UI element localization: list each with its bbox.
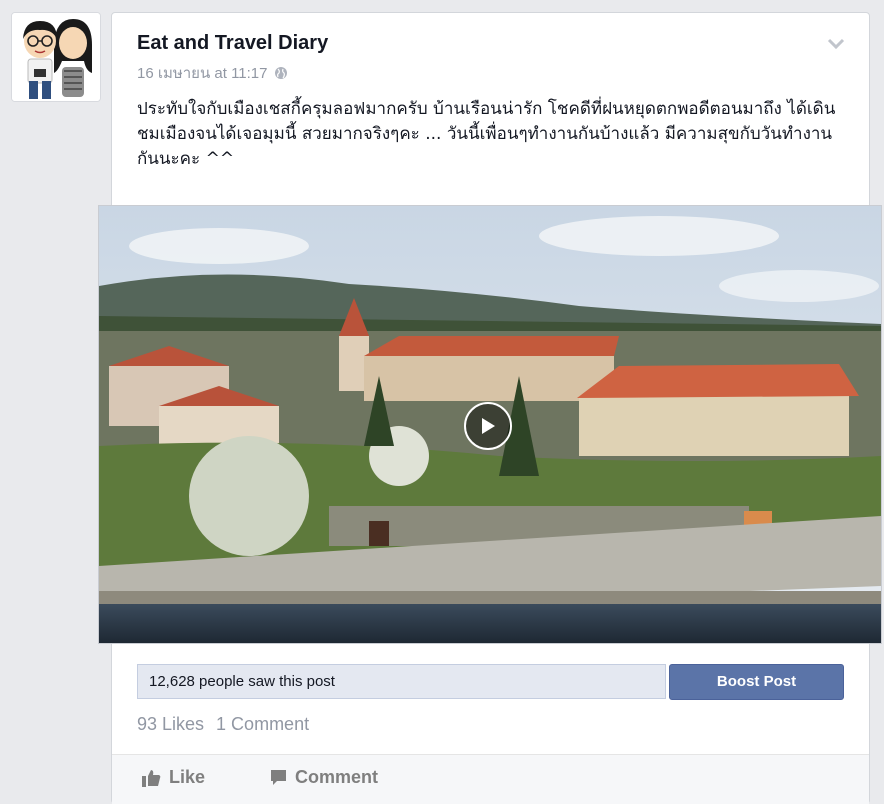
post-meta: 16 เมษายน at 11:17 (137, 61, 288, 85)
play-button[interactable] (464, 402, 512, 450)
post-stats: 93 Likes 1 Comment (137, 714, 309, 735)
comment-icon (271, 770, 286, 785)
boost-post-button[interactable]: Boost Post (669, 664, 844, 700)
video-player[interactable] (98, 205, 882, 644)
like-label: Like (169, 767, 206, 787)
page-name[interactable]: Eat and Travel Diary (137, 32, 328, 55)
post-text: ประทับใจกับเมืองเชสกี้ครุมลอฟมากครับ บ้า… (137, 99, 836, 169)
globe-icon[interactable] (274, 66, 288, 80)
likes-count[interactable]: 93 Likes (137, 714, 204, 735)
thumbs-up-icon (142, 769, 161, 787)
post-options-button[interactable] (827, 37, 845, 55)
post-card: Eat and Travel Diary 16 เมษายน at 11:17 … (98, 12, 882, 804)
post-reach[interactable]: 12,628 people saw this post (137, 664, 666, 699)
comments-count[interactable]: 1 Comment (216, 714, 309, 735)
post-timestamp[interactable]: 16 เมษายน at 11:17 (137, 61, 268, 85)
play-icon (482, 418, 495, 434)
comment-label: Comment (295, 767, 379, 787)
comment-button[interactable]: Comment (270, 767, 378, 788)
post-actions-bar: Like Comment (112, 754, 869, 804)
couple-avatar-illustration (12, 13, 100, 101)
chevron-down-icon (827, 38, 845, 50)
like-button[interactable]: Like (142, 767, 205, 788)
page-avatar[interactable] (11, 12, 101, 102)
